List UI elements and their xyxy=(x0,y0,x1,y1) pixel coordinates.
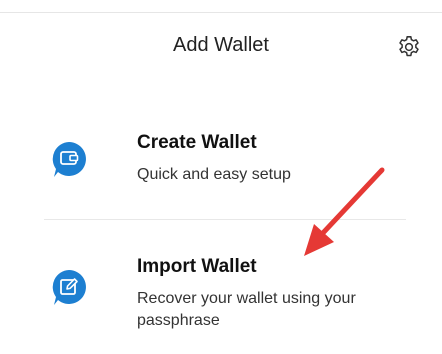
page-title: Add Wallet xyxy=(173,34,269,56)
create-wallet-description: Quick and easy setup xyxy=(137,166,291,183)
create-wallet-title: Create Wallet xyxy=(137,132,257,153)
wallet-icon xyxy=(52,142,86,177)
create-wallet-option[interactable]: Create Wallet Quick and easy setup xyxy=(0,128,442,208)
option-divider xyxy=(44,219,406,220)
gear-icon xyxy=(399,36,419,57)
edit-icon xyxy=(52,270,86,305)
top-divider xyxy=(0,12,442,13)
import-wallet-option[interactable]: Import Wallet Recover your wallet using … xyxy=(0,252,442,342)
import-wallet-description: Recover your wallet using your passphras… xyxy=(137,290,356,329)
settings-button[interactable] xyxy=(392,30,426,64)
header: Add Wallet xyxy=(0,28,442,68)
add-wallet-screen: Add Wallet Create Wallet Quick and easy … xyxy=(0,0,442,354)
import-wallet-title: Import Wallet xyxy=(137,256,257,277)
